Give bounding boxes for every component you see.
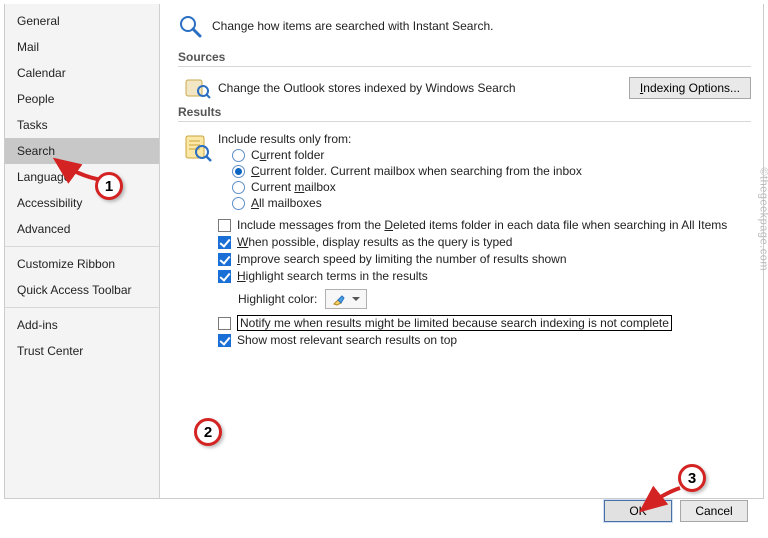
chevron-down-icon <box>352 297 360 301</box>
results-checkbox-list: Include messages from the Deleted items … <box>218 218 751 283</box>
check-notify-indexing[interactable]: Notify me when results might be limited … <box>218 315 751 331</box>
radio-label: Current folder <box>251 148 324 162</box>
check-label: When possible, display results as the qu… <box>237 235 512 249</box>
indexing-options-rest: ndexing Options... <box>643 81 740 95</box>
category-sidebar: General Mail Calendar People Tasks Searc… <box>5 4 160 498</box>
sidebar-item-general[interactable]: General <box>5 8 159 34</box>
sources-section-title: Sources <box>178 50 751 64</box>
checkbox-icon <box>218 236 231 249</box>
cancel-button[interactable]: Cancel <box>680 500 748 522</box>
radio-current-folder-mailbox[interactable]: Current folder. Current mailbox when sea… <box>232 164 751 178</box>
check-label: Highlight search terms in the results <box>237 269 428 283</box>
include-results-radio-group: Current folder Current folder. Current m… <box>232 148 751 210</box>
checkbox-icon <box>218 317 231 330</box>
check-label: Show most relevant search results on top <box>237 333 457 347</box>
sidebar-item-quick-access-toolbar[interactable]: Quick Access Toolbar <box>5 277 159 303</box>
check-highlight-terms[interactable]: Highlight search terms in the results <box>218 269 751 283</box>
indexing-options-button[interactable]: Indexing Options... <box>629 77 751 99</box>
sidebar-item-customize-ribbon[interactable]: Customize Ribbon <box>5 251 159 277</box>
radio-label: Current folder. Current mailbox when sea… <box>251 164 582 178</box>
check-include-deleted[interactable]: Include messages from the Deleted items … <box>218 218 751 232</box>
check-label: Include messages from the Deleted items … <box>237 218 727 232</box>
check-label: Improve search speed by limiting the num… <box>237 252 567 266</box>
sidebar-item-tasks[interactable]: Tasks <box>5 112 159 138</box>
highlight-color-row: Highlight color: <box>238 289 751 309</box>
radio-all-mailboxes[interactable]: All mailboxes <box>232 196 751 210</box>
panel-header-text: Change how items are searched with Insta… <box>212 19 493 33</box>
sidebar-item-mail[interactable]: Mail <box>5 34 159 60</box>
sidebar-item-calendar[interactable]: Calendar <box>5 60 159 86</box>
check-label: Notify me when results might be limited … <box>237 315 672 331</box>
radio-icon <box>232 165 245 178</box>
sidebar-item-language[interactable]: Language <box>5 164 159 190</box>
index-icon <box>178 77 218 99</box>
radio-icon <box>232 149 245 162</box>
check-limit-results[interactable]: Improve search speed by limiting the num… <box>218 252 751 266</box>
check-show-relevant-top[interactable]: Show most relevant search results on top <box>218 333 751 347</box>
radio-label: All mailboxes <box>251 196 322 210</box>
search-options-panel: Change how items are searched with Insta… <box>160 4 763 498</box>
radio-current-mailbox[interactable]: Current mailbox <box>232 180 751 194</box>
options-dialog: General Mail Calendar People Tasks Searc… <box>4 4 764 499</box>
highlight-color-picker[interactable] <box>325 289 367 309</box>
highlighter-icon <box>332 292 346 306</box>
section-divider <box>178 121 751 122</box>
panel-header: Change how items are searched with Insta… <box>178 14 751 38</box>
watermark-text: ©thegeekpage.com <box>758 167 768 271</box>
dialog-buttons: OK Cancel <box>604 500 748 522</box>
sidebar-item-people[interactable]: People <box>5 86 159 112</box>
results-section-title: Results <box>178 105 751 119</box>
checkbox-icon <box>218 270 231 283</box>
sidebar-separator <box>5 307 159 308</box>
sidebar-item-trust-center[interactable]: Trust Center <box>5 338 159 364</box>
highlight-color-label: Highlight color: <box>238 292 317 306</box>
include-results-label: Include results only from: <box>218 132 751 146</box>
sources-desc: Change the Outlook stores indexed by Win… <box>218 81 629 95</box>
ok-button[interactable]: OK <box>604 500 672 522</box>
results-block: Include results only from: Current folde… <box>178 132 751 349</box>
checkbox-icon <box>218 334 231 347</box>
checkbox-icon <box>218 253 231 266</box>
sidebar-item-search[interactable]: Search <box>5 138 159 164</box>
radio-icon <box>232 181 245 194</box>
check-display-as-typed[interactable]: When possible, display results as the qu… <box>218 235 751 249</box>
sidebar-separator <box>5 246 159 247</box>
sidebar-item-accessibility[interactable]: Accessibility <box>5 190 159 216</box>
radio-icon <box>232 197 245 210</box>
search-icon <box>178 14 202 38</box>
sidebar-item-advanced[interactable]: Advanced <box>5 216 159 242</box>
checkbox-icon <box>218 219 231 232</box>
sources-row: Change the Outlook stores indexed by Win… <box>178 77 751 99</box>
section-divider <box>178 66 751 67</box>
radio-current-folder[interactable]: Current folder <box>232 148 751 162</box>
sidebar-item-add-ins[interactable]: Add-ins <box>5 312 159 338</box>
results-icon <box>178 132 218 349</box>
radio-label: Current mailbox <box>251 180 336 194</box>
